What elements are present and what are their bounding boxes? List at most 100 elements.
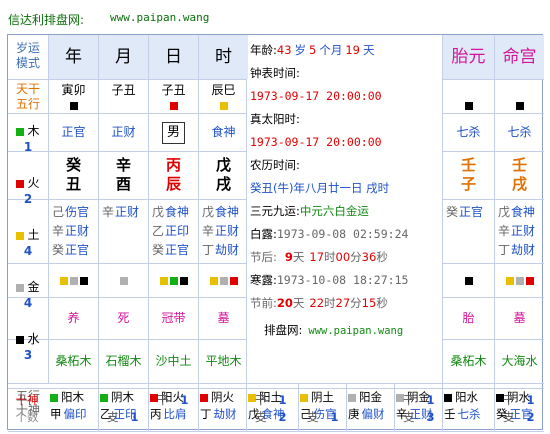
square-row [199, 98, 248, 113]
info-text: 17 [309, 250, 325, 264]
color-square-icon [16, 127, 25, 136]
shishen-text: 七杀 [507, 125, 532, 139]
bottom-wuxing-cell: 阳木甲偏印 [50, 389, 96, 431]
color-square-icon [16, 231, 25, 240]
gan-text: 癸 [496, 407, 508, 421]
color-square-icon [16, 179, 25, 188]
tiangan: 丙 [165, 156, 181, 174]
nayin-text: 桑柘木 [55, 354, 92, 368]
info-row: 真太阳时: [250, 108, 440, 131]
pillar-title: 月 [99, 35, 148, 79]
info-text: 真太阳时: [250, 112, 300, 126]
wuxing-name: 木 [27, 124, 40, 138]
info-text: 20 [276, 296, 293, 310]
canggan-gan: 辛 [102, 205, 115, 219]
bottom-row: 壬七杀 [444, 406, 492, 423]
tiangan: 癸 [65, 156, 81, 174]
tiangan: 辛 [115, 156, 131, 174]
changsheng-text: 死 [117, 311, 130, 325]
info-text: 时 [324, 250, 336, 264]
gan-text: 丙 [150, 407, 162, 421]
canggan-shishen: 正财 [65, 224, 90, 238]
canggan-shishen: 劫财 [511, 243, 536, 257]
kongwang-text: 子丑 [111, 83, 136, 97]
canggan-shishen: 正财 [511, 224, 536, 238]
shishen-text: 劫财 [213, 407, 237, 421]
grid-divider [394, 383, 395, 431]
pillar-canggan: 癸正官 [443, 199, 494, 263]
canggan-line: 丁劫财 [498, 241, 544, 260]
canggan-line [102, 241, 148, 260]
pillar-shishen: 七杀 [495, 113, 544, 151]
info-row: 三元九运:中元六白金运 [250, 200, 440, 223]
info-text: 19 [345, 43, 360, 57]
gan-text: 乙 [100, 407, 112, 421]
pillar-title-text: 胎元 [451, 47, 486, 67]
canggan-line: 癸正官 [52, 241, 98, 260]
gender-box[interactable]: 男 [161, 122, 185, 144]
pillar-nayin: 桑柘木 [443, 339, 494, 383]
color-square-icon [219, 101, 228, 110]
info-text: 天 [292, 296, 305, 310]
color-square-icon [179, 276, 188, 285]
pillar-squares [49, 263, 98, 297]
canggan-gan: 辛 [498, 224, 511, 238]
shishen-text: 七杀 [457, 407, 481, 421]
bottom-row: 阴木 [100, 389, 146, 406]
changsheng-text: 墓 [513, 311, 526, 325]
info-text: 节前: [250, 296, 277, 310]
canggan-gan: 己 [52, 205, 65, 219]
pillar-shishen: 七杀 [443, 113, 494, 151]
side-label: 五行 [15, 97, 40, 111]
yinyang-text: 阳火 [161, 390, 184, 404]
pillar-kong: 辰巳 [199, 79, 248, 113]
yinyang-text: 阴土 [311, 390, 334, 404]
bottom-wuxing-cell: 阴水癸正官 [496, 389, 542, 431]
info-text: 9 [284, 250, 293, 264]
pillar-title-text: 时 [215, 47, 232, 67]
bottom-row: 庚偏财 [348, 406, 392, 423]
wuxing-count-3: 金4 [8, 273, 48, 323]
dizhi: 丑 [65, 175, 81, 193]
pillar-title: 命宫 [495, 35, 544, 79]
wuxing-row: 木 [8, 123, 48, 139]
info-row: 节前:20天 22时27分15秒 [250, 292, 440, 315]
canggan-line: 辛正财 [52, 222, 98, 241]
kongwang-text [495, 83, 544, 98]
canggan-line: 乙正印 [152, 222, 198, 241]
nayin-text: 石榴木 [105, 354, 142, 368]
canggan-gan: 癸 [52, 243, 65, 257]
canggan-line: 癸正官 [152, 241, 198, 260]
pillar-ganzhi: 壬子 [443, 151, 494, 199]
canggan-shishen: 正官 [165, 243, 190, 257]
info-text: 天 [362, 43, 375, 57]
site-url[interactable]: www.paipan.wang [110, 11, 209, 24]
canggan-line [446, 222, 494, 241]
canggan-line: 丁劫财 [202, 241, 248, 260]
pillar-shishen: 正财 [99, 113, 148, 151]
pillar-kong: 子丑 [149, 79, 198, 113]
bottom-wuxing-cell: 阴金辛正财 [396, 389, 440, 431]
shishen-text: 伤官 [313, 407, 337, 421]
paipan-url[interactable]: www.paipan.wang [308, 325, 403, 337]
gan-text: 己 [300, 407, 312, 421]
pillar-kong: 子丑 [99, 79, 148, 113]
canggan-gan: 戊 [202, 205, 215, 219]
wuxing-row: 火 [8, 175, 48, 191]
datetime-text: 1973-09-17 20:00:00 [250, 89, 382, 103]
shishen-text: 七杀 [456, 125, 481, 139]
wuxing-count: 2 [23, 192, 33, 206]
tiangan: 戊 [215, 156, 231, 174]
square-row [495, 98, 544, 113]
color-square-icon [229, 276, 238, 285]
shishen-text: 食神 [211, 125, 236, 139]
color-square-icon [300, 393, 308, 402]
info-text: 秒 [376, 296, 388, 310]
pillar-nayin: 沙中土 [149, 339, 198, 383]
info-text: 节后: [250, 250, 277, 264]
info-text: 钟表时间: [250, 66, 300, 80]
pillar-title-text: 月 [115, 47, 132, 67]
grid-divider [298, 383, 299, 431]
color-square-icon [464, 276, 473, 285]
color-square-icon [505, 276, 514, 285]
